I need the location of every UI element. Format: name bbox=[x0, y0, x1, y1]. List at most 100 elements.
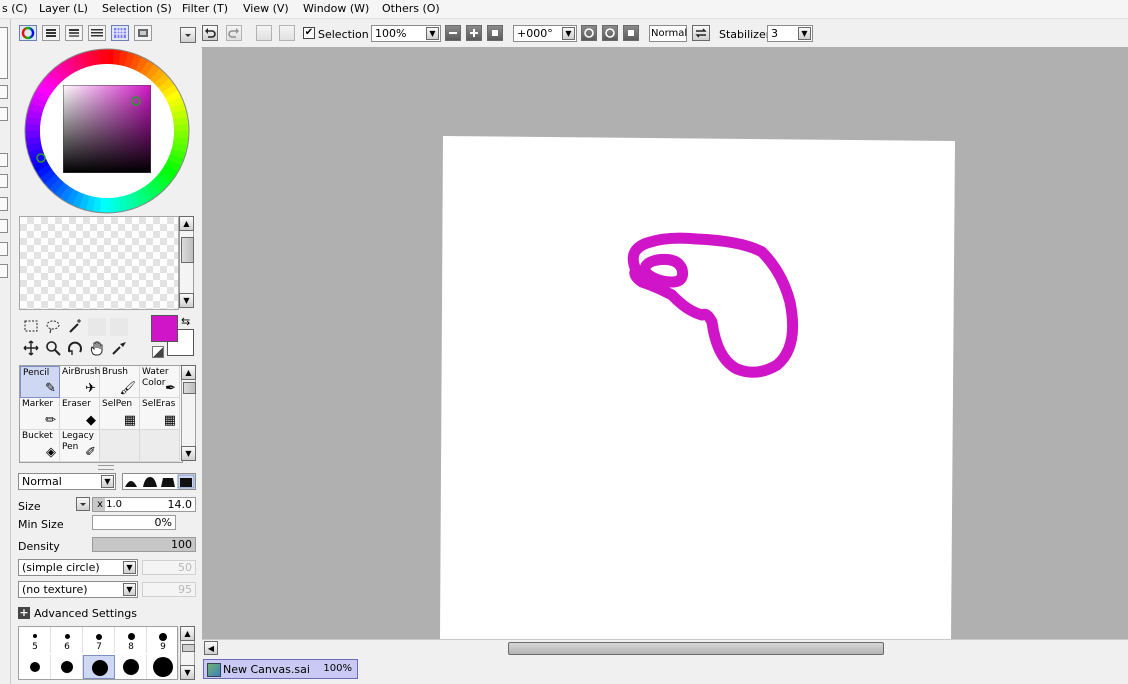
brush-selpen[interactable]: SelPen ▦ bbox=[100, 398, 140, 430]
scroll-thumb[interactable] bbox=[182, 644, 195, 652]
strip-checkbox[interactable] bbox=[0, 153, 8, 167]
color-wheel-icon[interactable] bbox=[19, 25, 37, 41]
grid-palette-icon[interactable] bbox=[111, 25, 129, 41]
edge-hard-icon[interactable] bbox=[161, 478, 175, 487]
brush-blend-dropdown[interactable]: Normal ▼ bbox=[18, 473, 116, 490]
menu-selection[interactable]: Selection (S) bbox=[102, 2, 172, 15]
size-preset[interactable]: 7 bbox=[83, 627, 115, 653]
rect-select-icon[interactable] bbox=[22, 318, 40, 336]
scroll-up-button[interactable]: ▲ bbox=[181, 365, 196, 380]
rotate-ccw-button[interactable] bbox=[581, 25, 597, 41]
min-size-slider[interactable]: 0% bbox=[92, 515, 176, 530]
reset-colors-icon[interactable] bbox=[152, 346, 164, 358]
zoom-icon[interactable] bbox=[44, 340, 62, 358]
size-slider[interactable]: x 1.0 14.0 bbox=[92, 497, 196, 512]
brush-pencil[interactable]: Pencil ✎ bbox=[20, 366, 60, 398]
hsv-slider-icon[interactable] bbox=[65, 25, 83, 41]
scroll-down-button[interactable]: ▼ bbox=[179, 293, 194, 308]
strip-checkbox[interactable] bbox=[0, 174, 8, 188]
scroll-up-button[interactable]: ▲ bbox=[180, 626, 195, 641]
expand-plus-icon[interactable]: + bbox=[18, 607, 30, 619]
swatches-icon[interactable] bbox=[88, 25, 106, 41]
size-preset[interactable]: 9 bbox=[147, 627, 179, 653]
scroll-thumb[interactable] bbox=[181, 237, 194, 263]
scroll-down-button[interactable]: ▼ bbox=[181, 446, 196, 461]
rotate-icon[interactable] bbox=[66, 340, 84, 358]
density-slider[interactable]: 100 bbox=[92, 537, 196, 552]
undo-icon[interactable] bbox=[202, 25, 218, 41]
menu-filter[interactable]: Filter (T) bbox=[182, 2, 228, 15]
strip-checkbox[interactable] bbox=[0, 197, 8, 211]
canvas-paper[interactable] bbox=[440, 136, 955, 639]
rotation-dropdown[interactable]: +000° ▼ bbox=[513, 25, 577, 42]
strip-checkbox[interactable] bbox=[0, 242, 8, 256]
selection-checkbox[interactable]: ✔ bbox=[303, 27, 315, 39]
rotate-cw-button[interactable] bbox=[602, 25, 618, 41]
size-preset[interactable] bbox=[147, 655, 179, 679]
canvas-horizontal-scrollbar[interactable]: ◀ bbox=[202, 639, 1128, 657]
size-preset[interactable] bbox=[83, 655, 115, 679]
sv-marker[interactable] bbox=[130, 95, 142, 107]
stabilizer-dropdown[interactable]: 3 ▼ bbox=[767, 25, 813, 42]
scroll-thumb[interactable] bbox=[508, 642, 884, 655]
strip-button[interactable] bbox=[0, 107, 8, 121]
edge-medium-icon[interactable] bbox=[143, 477, 157, 487]
scratchpad-preview[interactable] bbox=[19, 216, 179, 310]
scroll-left-button[interactable]: ◀ bbox=[204, 641, 218, 655]
rotation-reset-button[interactable] bbox=[623, 25, 639, 41]
move-icon[interactable] bbox=[22, 340, 40, 358]
swap-colors-icon[interactable]: ⇆ bbox=[181, 315, 190, 328]
flip-horizontal-icon[interactable] bbox=[692, 25, 710, 41]
primary-color-swatch[interactable] bbox=[151, 315, 178, 342]
canvas-viewport[interactable] bbox=[202, 47, 1128, 639]
brush-brush[interactable]: Brush 🖌 bbox=[100, 366, 140, 398]
size-preset[interactable]: 6 bbox=[51, 627, 83, 653]
brush-shape-dropdown[interactable]: (simple circle) ▼ bbox=[18, 559, 138, 576]
brush-marker[interactable]: Marker ✏ bbox=[20, 398, 60, 430]
size-preset[interactable]: 5 bbox=[19, 627, 51, 653]
scroll-up-button[interactable]: ▲ bbox=[179, 216, 194, 231]
size-preset[interactable] bbox=[115, 655, 147, 679]
rgb-slider-icon[interactable] bbox=[42, 25, 60, 41]
brush-bucket[interactable]: Bucket ◈ bbox=[20, 430, 60, 462]
menu-layer[interactable]: Layer (L) bbox=[39, 2, 88, 15]
strip-scroll[interactable] bbox=[0, 27, 8, 79]
scroll-down-button[interactable]: ▼ bbox=[180, 665, 195, 680]
edge-soft-icon[interactable] bbox=[125, 481, 137, 487]
zoom-dropdown[interactable]: 100% ▼ bbox=[371, 25, 441, 42]
strip-checkbox[interactable] bbox=[0, 219, 8, 233]
invert-selection-icon[interactable] bbox=[279, 25, 295, 41]
size-range-dropdown[interactable] bbox=[76, 497, 90, 511]
advanced-settings-toggle[interactable]: Advanced Settings bbox=[34, 607, 137, 620]
panel-menu-button[interactable] bbox=[180, 27, 196, 43]
size-preset[interactable]: 8 bbox=[115, 627, 147, 653]
brush-texture-dropdown[interactable]: (no texture) ▼ bbox=[18, 581, 138, 598]
scroll-thumb[interactable] bbox=[183, 382, 196, 394]
brush-legacy-pen[interactable]: Legacy Pen ✐ bbox=[60, 430, 100, 462]
brush-water-color[interactable]: Water Color ✒ bbox=[140, 366, 180, 398]
brush-seleras[interactable]: SelEras ▦ bbox=[140, 398, 180, 430]
scratchpad-icon[interactable] bbox=[134, 25, 152, 41]
strip-button[interactable] bbox=[0, 85, 8, 99]
scratchpad-scrollbar[interactable]: ▲ ▼ bbox=[179, 216, 194, 308]
eyedropper-icon[interactable] bbox=[110, 340, 128, 358]
menu-others[interactable]: Others (O) bbox=[382, 2, 440, 15]
hue-marker[interactable] bbox=[35, 152, 47, 164]
zoom-in-button[interactable] bbox=[466, 25, 482, 41]
menu-window[interactable]: Window (W) bbox=[303, 2, 369, 15]
panel-splitter[interactable] bbox=[98, 465, 114, 470]
strip-checkbox[interactable] bbox=[0, 264, 8, 278]
brush-airbrush[interactable]: AirBrush ✈ bbox=[60, 366, 100, 398]
menu-edit[interactable]: s (C) bbox=[2, 2, 28, 15]
size-presets-scrollbar[interactable]: ▲ ▼ bbox=[180, 626, 195, 680]
view-mode-dropdown[interactable]: Normal bbox=[649, 25, 687, 42]
size-preset[interactable] bbox=[19, 655, 51, 679]
deselect-icon[interactable] bbox=[256, 25, 272, 41]
hand-icon[interactable] bbox=[88, 340, 106, 358]
brush-grid-scrollbar[interactable]: ▲ ▼ bbox=[181, 365, 196, 461]
document-tab[interactable]: New Canvas.sai 100% bbox=[203, 659, 358, 679]
lasso-select-icon[interactable] bbox=[44, 318, 62, 336]
redo-icon[interactable] bbox=[226, 25, 242, 41]
edge-full-icon[interactable] bbox=[180, 478, 192, 487]
size-preset[interactable] bbox=[51, 655, 83, 679]
